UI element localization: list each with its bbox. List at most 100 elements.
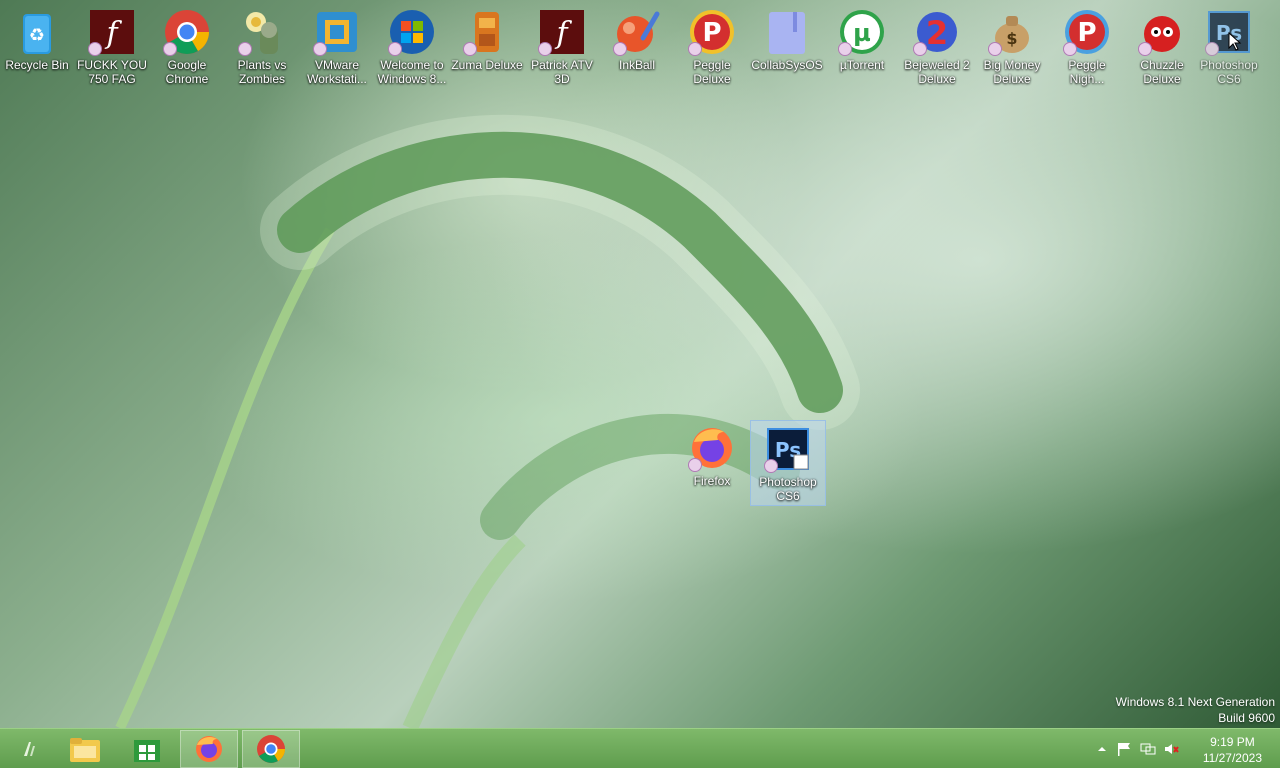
desktop-icon-label: Welcome to Windows 8... bbox=[377, 58, 447, 86]
vmware-icon bbox=[313, 8, 361, 56]
peggle-icon: P bbox=[688, 8, 736, 56]
store-icon bbox=[134, 740, 160, 762]
svg-text:♻: ♻ bbox=[29, 25, 45, 46]
desktop-icon-patrick-atv[interactable]: f Patrick ATV 3D bbox=[525, 4, 599, 86]
desktop-icon-label: Peggle Nigh... bbox=[1068, 58, 1106, 86]
desktop-icon-label: Firefox bbox=[693, 474, 731, 488]
desktop-icon-recycle-bin[interactable]: ♻ Recycle Bin bbox=[0, 4, 74, 72]
desktop-icon-inkball[interactable]: InkBall bbox=[600, 4, 674, 72]
shortcut-arrow-icon bbox=[913, 42, 927, 56]
network-status[interactable] bbox=[1140, 742, 1156, 756]
shortcut-arrow-icon bbox=[463, 42, 477, 56]
desktop-icon-label: Big Money Deluxe bbox=[983, 58, 1041, 86]
shortcut-arrow-icon bbox=[538, 42, 552, 56]
desktop-icon-peggle-nights[interactable]: P Peggle Nigh... bbox=[1050, 4, 1124, 86]
shortcut-arrow-icon bbox=[688, 458, 702, 472]
desktop-icon-zuma-deluxe[interactable]: Zuma Deluxe bbox=[450, 4, 524, 72]
shortcut-arrow-icon bbox=[88, 42, 102, 56]
taskbar-file-explorer[interactable] bbox=[56, 730, 114, 768]
desktop-icon-big-money[interactable]: $ Big Money Deluxe bbox=[975, 4, 1049, 86]
desktop-icon-label: Google Chrome bbox=[165, 58, 209, 86]
desktop-icon-google-chrome[interactable]: Google Chrome bbox=[150, 4, 224, 86]
desktop-icon-collabsysos[interactable]: CollabSysOS bbox=[750, 4, 824, 72]
desktop-icon-photoshop-drag-ghost[interactable]: Ps Photoshop CS6 bbox=[1192, 4, 1266, 86]
svg-text:Ps: Ps bbox=[1216, 21, 1242, 45]
shortcut-arrow-icon bbox=[238, 42, 252, 56]
shortcut-arrow-icon bbox=[838, 42, 852, 56]
shortcut-arrow-icon bbox=[988, 42, 1002, 56]
taskbar-firefox[interactable] bbox=[180, 730, 238, 768]
desktop-icon-chuzzle[interactable]: Chuzzle Deluxe bbox=[1125, 4, 1199, 86]
volume-muted[interactable] bbox=[1164, 742, 1180, 756]
money-bag-icon: $ bbox=[988, 8, 1036, 56]
desktop-icon-welcome-windows[interactable]: Welcome to Windows 8... bbox=[375, 4, 449, 86]
desktop-icon-label: Zuma Deluxe bbox=[451, 58, 523, 72]
wallpaper-grass bbox=[115, 114, 860, 728]
svg-text:$: $ bbox=[1006, 29, 1017, 48]
speaker-muted-icon bbox=[1165, 744, 1179, 754]
desktop-icon-label: Chuzzle Deluxe bbox=[1140, 58, 1184, 86]
shortcut-arrow-icon bbox=[688, 42, 702, 56]
windows-watermark: Windows 8.1 Next Generation Build 9600 bbox=[1116, 694, 1275, 726]
desktop-icon-label: CollabSysOS bbox=[751, 58, 823, 72]
taskbar-store[interactable] bbox=[118, 730, 176, 768]
shortcut-arrow-icon bbox=[613, 42, 627, 56]
watermark-build: Build 9600 bbox=[1218, 711, 1275, 725]
shortcut-arrow-icon bbox=[1205, 42, 1219, 56]
folder-icon bbox=[70, 738, 100, 762]
svg-text:P: P bbox=[1077, 18, 1096, 48]
clock-time: 9:19 PM bbox=[1210, 735, 1255, 749]
clock-date: 11/27/2023 bbox=[1202, 751, 1262, 765]
photoshop-icon: Ps bbox=[1205, 8, 1253, 56]
chevron-up-icon bbox=[1098, 747, 1106, 751]
desktop-icon-photoshop-cs6[interactable]: Ps Photoshop CS6 bbox=[750, 420, 826, 506]
desktop-icon-label: Recycle Bin bbox=[5, 58, 69, 72]
plants-vs-zombies-icon bbox=[238, 8, 286, 56]
desktop-icon-vmware[interactable]: VMware Workstati... bbox=[300, 4, 374, 86]
start-button[interactable] bbox=[0, 730, 58, 768]
flash-icon: f bbox=[538, 8, 586, 56]
desktop-icon-label: Bejeweled 2 Deluxe bbox=[904, 58, 970, 86]
start-icon bbox=[24, 742, 35, 756]
watermark-edition: Windows 8.1 Next Generation bbox=[1115, 695, 1275, 709]
desktop-icon-label: VMware Workstati... bbox=[307, 58, 367, 86]
collabsysos-icon bbox=[763, 8, 811, 56]
desktop-icon-firefox[interactable]: Firefox bbox=[675, 420, 749, 488]
desktop-icon-utorrent[interactable]: µ µTorrent bbox=[825, 4, 899, 72]
utorrent-icon: µ bbox=[838, 8, 886, 56]
svg-text:P: P bbox=[702, 18, 721, 48]
action-center-flag[interactable] bbox=[1116, 742, 1132, 756]
svg-text:2: 2 bbox=[926, 14, 948, 52]
desktop-icon-peggle-deluxe[interactable]: P Peggle Deluxe bbox=[675, 4, 749, 86]
taskbar-chrome[interactable] bbox=[242, 730, 300, 768]
show-hidden-icons-button[interactable] bbox=[1094, 742, 1110, 756]
flag-icon bbox=[1118, 743, 1130, 756]
chuzzle-icon bbox=[1138, 8, 1186, 56]
desktop-icon-label: FUCKK YOU 750 FAG bbox=[77, 58, 147, 86]
shortcut-arrow-icon bbox=[764, 459, 778, 473]
shortcut-arrow-icon bbox=[1138, 42, 1152, 56]
photoshop-icon: Ps bbox=[764, 425, 812, 473]
taskbar-clock[interactable]: 9:19 PM 11/27/2023 bbox=[1203, 734, 1262, 766]
shortcut-arrow-icon bbox=[388, 42, 402, 56]
desktop-icon-bejeweled[interactable]: 2 Bejeweled 2 Deluxe bbox=[900, 4, 974, 86]
network-icon bbox=[1140, 743, 1156, 755]
desktop-icon-plants-vs-zombies[interactable]: Plants vs Zombies bbox=[225, 4, 299, 86]
windows-logo-icon bbox=[388, 8, 436, 56]
desktop-icon-label: Patrick ATV 3D bbox=[531, 58, 593, 86]
desktop-icon-label: Photoshop CS6 bbox=[1200, 58, 1258, 86]
system-tray: 9:19 PM 11/27/2023 bbox=[1090, 729, 1280, 768]
shortcut-arrow-icon bbox=[163, 42, 177, 56]
shortcut-arrow-icon bbox=[313, 42, 327, 56]
peggle-icon: P bbox=[1063, 8, 1111, 56]
taskbar: 9:19 PM 11/27/2023 bbox=[0, 728, 1280, 768]
desktop-icon-label: Photoshop CS6 bbox=[759, 475, 817, 503]
desktop: ♻ Recycle Bin f FUCKK YOU 750 FAG Google… bbox=[0, 0, 1280, 728]
recycle-bin-icon: ♻ bbox=[13, 8, 61, 56]
desktop-icon-label: Peggle Deluxe bbox=[693, 58, 731, 86]
desktop-icon-label: µTorrent bbox=[839, 58, 885, 72]
desktop-icon-label: InkBall bbox=[618, 58, 656, 72]
desktop-icon-flash-game[interactable]: f FUCKK YOU 750 FAG bbox=[75, 4, 149, 86]
chrome-icon bbox=[257, 735, 285, 763]
shortcut-arrow-icon bbox=[1063, 42, 1077, 56]
